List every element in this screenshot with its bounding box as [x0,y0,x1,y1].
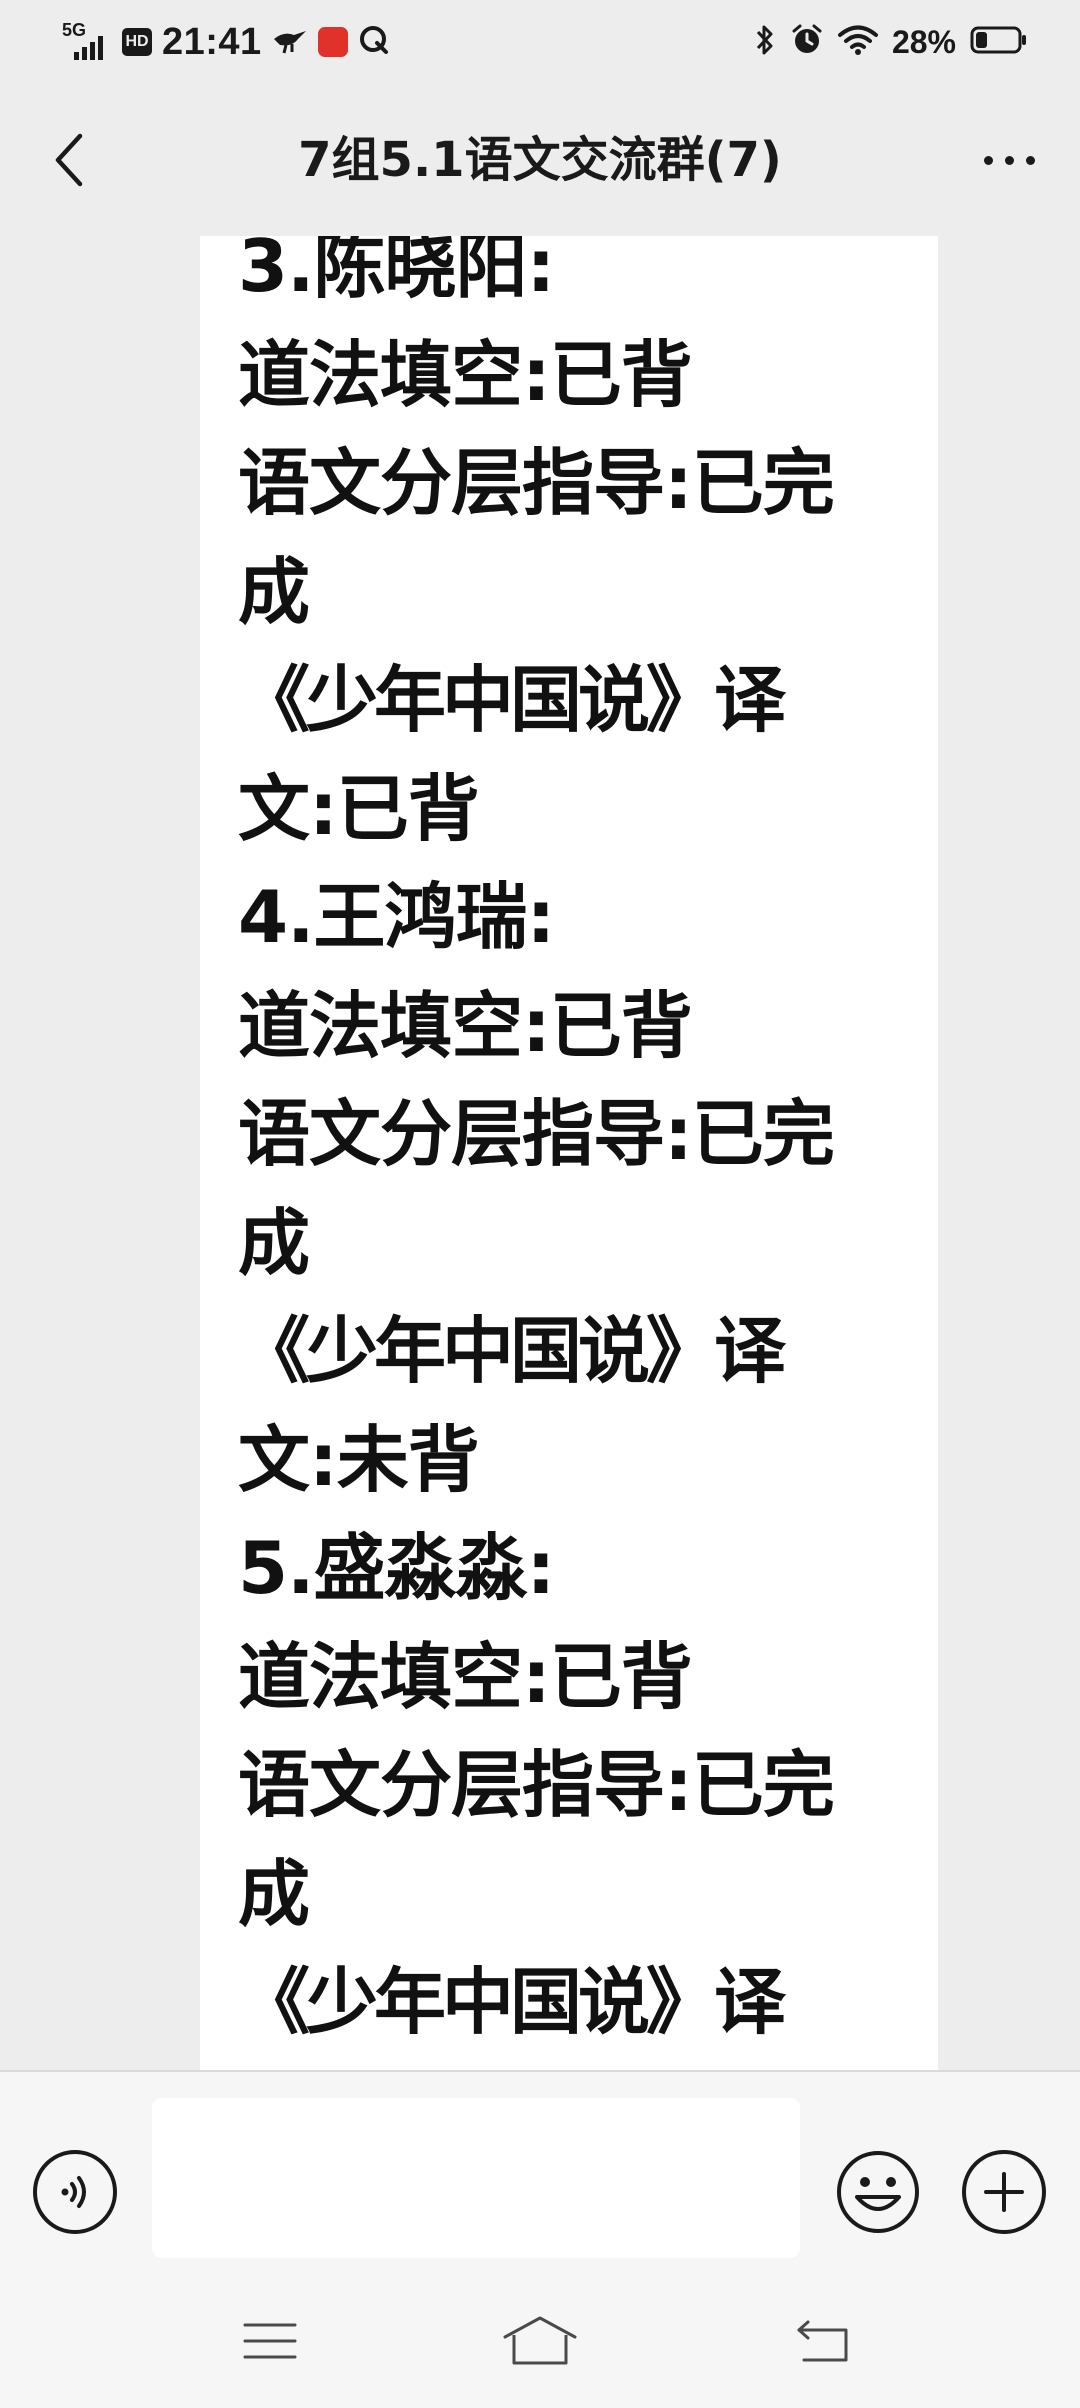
nav-back-button[interactable] [764,2296,884,2386]
message-line: 道法填空:已背 [238,983,693,1068]
voice-icon [61,2176,86,2208]
hd-icon: HD [122,28,152,56]
more-dots-icon [983,155,993,165]
status-time: 21:41 [162,20,262,63]
bird-notification-icon [272,25,308,59]
message-line: 5.盛淼淼: [238,1526,555,1610]
chevron-left-icon [55,133,83,187]
message-line: 成 [238,1200,310,1285]
system-nav-bar [0,2272,1080,2408]
message-line: 语文分层指导:已完 [238,1092,835,1176]
voice-button[interactable] [33,2150,117,2234]
message-line: 《少年中国说》译 [238,1960,786,2044]
status-bar: 5G HD 21:41 28% [0,0,1080,84]
title-bar: 7组5.1语文交流群(7) [0,84,1080,236]
message-input[interactable] [152,2098,800,2258]
message-line: 文:已背 [238,766,480,851]
alarm-icon [790,23,824,61]
message-line: 《少年中国说》译 [238,658,786,742]
signal-5g-icon: 5G [62,20,112,62]
nav-menu-button[interactable] [210,2296,330,2386]
message-line: 4.王鸿瑞: [238,875,555,959]
emoji-button[interactable] [834,2148,922,2236]
more-functions-button[interactable] [962,2150,1046,2234]
nav-home-button[interactable] [480,2296,600,2386]
message-line: 成 [238,549,310,634]
more-options-button[interactable] [964,120,1054,200]
back-button[interactable] [30,120,110,200]
wifi-icon [837,24,878,60]
battery-fill [976,32,987,48]
app-notification-icon [317,27,348,57]
message-line: 文:未背 [238,1417,480,1502]
status-right: 28% [754,14,1028,70]
message-bubble[interactable]: 3.陈晓阳: 道法填空:已背 语文分层指导:已完成《少年中国说》译 文:已背 4.王鸿瑞… [200,236,938,2070]
chat-screen: 5G HD 21:41 28% 7组5.1语文交流群(7) 3.陈晓阳: 道法填… [0,0,1080,2408]
battery-icon [970,25,1028,59]
chat-title: 7组5.1语文交流群(7) [298,132,782,188]
plus-icon [984,2172,1024,2212]
battery-percent: 28% [891,23,956,60]
bluetooth-icon [754,23,776,61]
message-line: 《少年中国说》译 [238,1309,786,1393]
message-line: 3.陈晓阳: [238,236,555,308]
message-line: 成 [238,1851,310,1936]
menu-icon [243,2323,297,2359]
home-icon [503,2316,577,2365]
back-arrow-icon [797,2320,848,2362]
chat-scroll-area[interactable]: 3.陈晓阳: 道法填空:已背 语文分层指导:已完成《少年中国说》译 文:已背 4.王鸿瑞… [0,236,1080,2070]
status-left: 5G HD 21:41 [62,14,390,70]
message-line: 语文分层指导:已完 [238,441,835,525]
message-line: 文:已背 [238,2057,928,2071]
message-line: 道法填空:已背 [238,332,693,417]
message-text: 3.陈晓阳: 道法填空:已背 语文分层指导:已完成《少年中国说》译 文:已背 4.王鸿瑞… [238,236,928,2070]
message-line: 道法填空:已背 [238,1634,693,1719]
q-notification-icon [358,24,390,60]
input-bar [0,2070,1080,2272]
message-line: 语文分层指导:已完 [238,1743,835,1827]
emoji-icon [837,2151,919,2233]
